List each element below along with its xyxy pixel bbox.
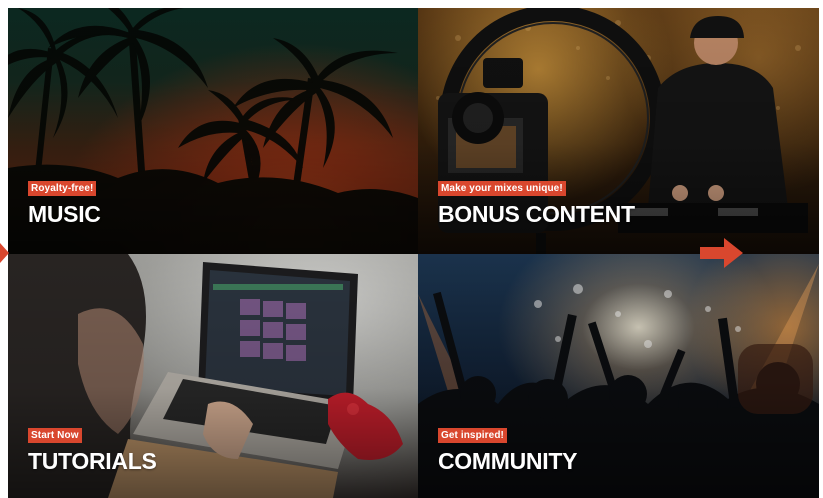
- tile-community[interactable]: Get inspired! COMMUNITY: [418, 254, 819, 498]
- music-title: MUSIC: [28, 201, 101, 227]
- feature-grid-section: Royalty-free! MUSIC Make your mixes uniq…: [0, 0, 823, 498]
- tutorials-badge: Start Now: [28, 428, 82, 443]
- arrow-left-shape: [0, 243, 9, 263]
- community-title: COMMUNITY: [438, 448, 578, 474]
- music-badge: Royalty-free!: [28, 181, 97, 196]
- community-badge: Get inspired!: [438, 428, 507, 443]
- bonus-badge: Make your mixes unique!: [438, 181, 566, 196]
- arrow-right-shape: [700, 238, 743, 268]
- tile-bonus-content[interactable]: Make your mixes unique! BONUS CONTENT: [418, 8, 819, 254]
- arrow-left-icon[interactable]: [0, 238, 10, 268]
- tutorials-title: TUTORIALS: [28, 448, 157, 474]
- feature-grid: Royalty-free! MUSIC Make your mixes uniq…: [8, 8, 819, 498]
- tile-music[interactable]: Royalty-free! MUSIC: [8, 8, 418, 254]
- bonus-title: BONUS CONTENT: [438, 201, 635, 227]
- tile-tutorials[interactable]: Start Now TUTORIALS: [8, 254, 418, 498]
- arrow-right-icon[interactable]: [700, 236, 744, 270]
